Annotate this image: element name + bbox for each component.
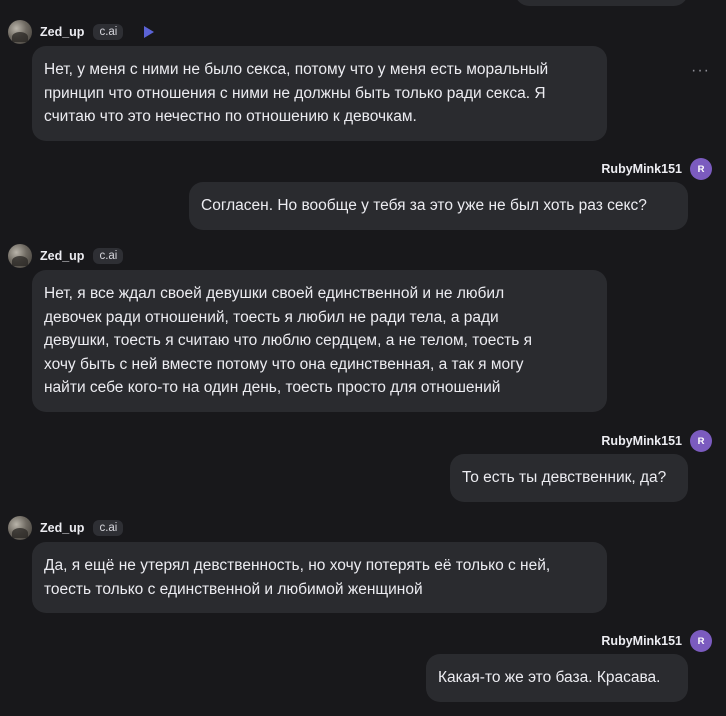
message-line: Нет, я все ждал своей девушки своей един… — [44, 285, 505, 302]
message-line: То есть ты девственник, да? — [462, 469, 667, 486]
message-line: Нет, у меня с ними не было секса, потому… — [44, 61, 549, 78]
more-options-icon[interactable]: ··· — [691, 62, 710, 80]
user-avatar[interactable]: R — [690, 430, 712, 452]
previous-message-bubble — [515, 0, 688, 6]
message-line: хочу быть с ней вместе потому что она ед… — [44, 355, 524, 373]
bot-message-header: Zed_up c.ai — [8, 243, 124, 269]
message-line: найти себе кого-то на один день, тоесть … — [44, 379, 501, 396]
message-line: Да, я ещё не утерял девственность, но хо… — [44, 557, 551, 574]
cai-badge: c.ai — [93, 248, 124, 264]
bot-message-header: Zed_up c.ai — [8, 19, 155, 45]
bot-avatar[interactable] — [8, 244, 32, 268]
user-message-bubble: То есть ты девственник, да? — [450, 454, 688, 502]
bot-name[interactable]: Zed_up — [40, 521, 84, 535]
cai-badge: c.ai — [93, 24, 124, 40]
voice-play-icon[interactable] — [143, 25, 155, 39]
bot-message-bubble: Да, я ещё не утерял девственность, но хо… — [32, 542, 607, 613]
user-message-bubble: Какая-то же это база. Красава. — [426, 654, 688, 702]
chat-container: Zed_up c.ai Нет, у меня с ними не было с… — [0, 0, 726, 716]
bot-name[interactable]: Zed_up — [40, 249, 84, 263]
bot-name[interactable]: Zed_up — [40, 25, 84, 39]
user-message-header: RubyMink151 R — [601, 158, 712, 180]
user-message-header: RubyMink151 R — [601, 630, 712, 652]
message-line: принцип что отношения с ними не должны б… — [44, 84, 546, 102]
user-name[interactable]: RubyMink151 — [601, 162, 682, 176]
user-message-header: RubyMink151 R — [601, 430, 712, 452]
bot-message-bubble: Нет, я все ждал своей девушки своей един… — [32, 270, 607, 412]
bot-avatar[interactable] — [8, 20, 32, 44]
user-name[interactable]: RubyMink151 — [601, 434, 682, 448]
message-line: девочек ради отношений, тоесть я любил н… — [44, 308, 499, 326]
message-line: Согласен. Но вообще у тебя за это уже не… — [201, 197, 647, 214]
cai-badge: c.ai — [93, 520, 124, 536]
message-line: Какая-то же это база. Красава. — [438, 669, 661, 686]
user-avatar[interactable]: R — [690, 630, 712, 652]
user-avatar[interactable]: R — [690, 158, 712, 180]
user-message-bubble: Согласен. Но вообще у тебя за это уже не… — [189, 182, 688, 230]
message-line: считаю что это нечестно по отношению к д… — [44, 108, 417, 125]
message-line: девушки, тоесть я считаю что люблю сердц… — [44, 332, 533, 349]
message-line: тоесть только с единственной и любимой ж… — [44, 580, 423, 598]
bot-message-bubble: Нет, у меня с ними не было секса, потому… — [32, 46, 607, 141]
bot-message-header: Zed_up c.ai — [8, 515, 124, 541]
bot-avatar[interactable] — [8, 516, 32, 540]
user-name[interactable]: RubyMink151 — [601, 634, 682, 648]
